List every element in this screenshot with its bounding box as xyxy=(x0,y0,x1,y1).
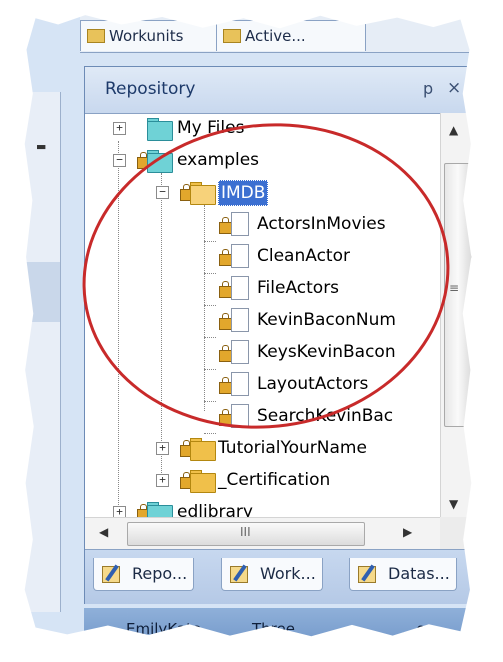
tree-item-label: examples xyxy=(177,150,260,170)
vertical-scrollbar[interactable]: ▲ ≡ ▼ xyxy=(440,113,472,517)
tree-item-file[interactable]: LayoutActors xyxy=(85,369,440,399)
vertical-scroll-thumb[interactable] xyxy=(444,163,472,427)
tree-item-label: _Certification xyxy=(218,470,331,490)
locked-file-icon xyxy=(219,308,249,332)
tab-active-label: Active... xyxy=(245,27,306,45)
tree-item-file[interactable]: KeysKevinBacon xyxy=(85,337,440,367)
datasets-icon xyxy=(356,564,380,584)
tree-item-file[interactable]: FileActors xyxy=(85,273,440,303)
horizontal-scrollbar[interactable]: ◀ III ▶ xyxy=(85,517,440,550)
scroll-left-icon[interactable]: ◀ xyxy=(99,525,108,539)
tab-datasets[interactable]: Datas... xyxy=(349,558,457,591)
tree-item-label: SearchKevinBac xyxy=(257,406,394,426)
locked-file-icon xyxy=(219,244,249,268)
folder-teal-locked-icon xyxy=(137,501,173,517)
torn-screenshot-frame: ▬ Workunits Active... Repository p × + M… xyxy=(24,15,472,637)
tree-item-label-selected: IMDB xyxy=(218,180,269,206)
status-middle: Three xyxy=(252,620,295,638)
panel-header: Repository p × xyxy=(85,67,472,114)
repository-icon xyxy=(100,564,124,584)
locked-file-icon xyxy=(219,372,249,396)
collapse-icon[interactable]: − xyxy=(156,186,169,199)
tree-item-examples[interactable]: − examples xyxy=(85,145,440,175)
tab-workunits[interactable]: Workunits xyxy=(80,20,236,51)
tab-repository[interactable]: Repo... xyxy=(93,558,195,591)
tree-item-label: KeysKevinBacon xyxy=(257,342,396,362)
collapse-arrow-icon[interactable]: ▬ xyxy=(36,140,46,153)
tree-item-imdb[interactable]: − IMDB xyxy=(85,177,440,207)
expand-icon[interactable]: + xyxy=(156,442,169,455)
scroll-up-icon[interactable]: ▲ xyxy=(449,123,458,137)
workunits-icon xyxy=(87,29,105,43)
tab-workunits-bottom-label: Work... xyxy=(260,564,316,583)
tree-item-label: FileActors xyxy=(257,278,340,298)
folder-locked-icon xyxy=(180,469,216,493)
top-tab-bar: Workunits Active... xyxy=(80,15,472,53)
scroll-right-icon[interactable]: ▶ xyxy=(403,525,412,539)
left-side-strip: ▬ xyxy=(24,92,61,612)
scrollbar-corner xyxy=(440,517,472,549)
tree-item-my-files[interactable]: + My Files xyxy=(85,113,440,143)
scroll-grip-icon: III xyxy=(240,525,251,539)
tree-item-tutorialyourname[interactable]: + TutorialYourName xyxy=(85,433,440,463)
close-icon[interactable]: × xyxy=(447,78,461,98)
tree-item-label: My Files xyxy=(177,118,245,138)
tree-item-file[interactable]: CleanActor xyxy=(85,241,440,271)
tree-item-label: TutorialYourName xyxy=(218,438,367,458)
active-icon xyxy=(223,29,241,43)
expand-icon[interactable]: + xyxy=(113,122,126,135)
expand-icon[interactable]: + xyxy=(156,474,169,487)
folder-locked-icon xyxy=(180,437,216,461)
tab-workunits-label: Workunits xyxy=(109,27,184,45)
tree-item-label: KevinBaconNum xyxy=(257,310,396,330)
tree-item-label: LayoutActors xyxy=(257,374,369,394)
bottom-tab-bar: Repo... Work... Datas... xyxy=(85,549,472,604)
tree-item-file[interactable]: KevinBaconNum xyxy=(85,305,440,335)
folder-open-locked-icon xyxy=(180,181,216,205)
repository-tree: + My Files − examples − IMDB ActorsInMov… xyxy=(85,113,440,517)
status-right: ...or xyxy=(402,620,432,638)
tree-item-certification[interactable]: + _Certification xyxy=(85,465,440,495)
pin-icon[interactable]: p xyxy=(423,79,433,98)
tree-item-label: edlibrary xyxy=(177,502,253,517)
locked-file-icon xyxy=(219,340,249,364)
repository-panel: Repository p × + My Files − examples − I… xyxy=(84,66,472,604)
scroll-down-icon[interactable]: ▼ xyxy=(449,497,458,511)
locked-file-icon xyxy=(219,276,249,300)
tree-item-label: CleanActor xyxy=(257,246,350,266)
left-strip-highlight xyxy=(24,262,60,322)
tab-datasets-label: Datas... xyxy=(388,564,450,583)
tab-repository-label: Repo... xyxy=(132,564,188,583)
locked-file-icon xyxy=(219,404,249,428)
horizontal-scroll-thumb[interactable]: III xyxy=(127,522,365,546)
tree-item-edlibrary[interactable]: + edlibrary xyxy=(85,497,440,517)
workunits-icon xyxy=(228,564,252,584)
panel-title: Repository xyxy=(105,79,196,99)
tab-active[interactable]: Active... xyxy=(216,20,366,51)
status-user: EmilyKate xyxy=(126,620,202,638)
expand-icon[interactable]: + xyxy=(113,506,126,517)
collapse-icon[interactable]: − xyxy=(113,154,126,167)
folder-teal-icon xyxy=(137,117,173,141)
tab-workunits-bottom[interactable]: Work... xyxy=(221,558,323,591)
folder-teal-locked-icon xyxy=(137,149,173,173)
tree-item-file[interactable]: ActorsInMovies xyxy=(85,209,440,239)
locked-file-icon xyxy=(219,212,249,236)
status-bar: EmilyKate Three ...or xyxy=(84,608,472,638)
tree-item-file[interactable]: SearchKevinBac xyxy=(85,401,440,431)
scroll-grip-icon: ≡ xyxy=(449,281,460,295)
tree-item-label: ActorsInMovies xyxy=(257,214,386,234)
